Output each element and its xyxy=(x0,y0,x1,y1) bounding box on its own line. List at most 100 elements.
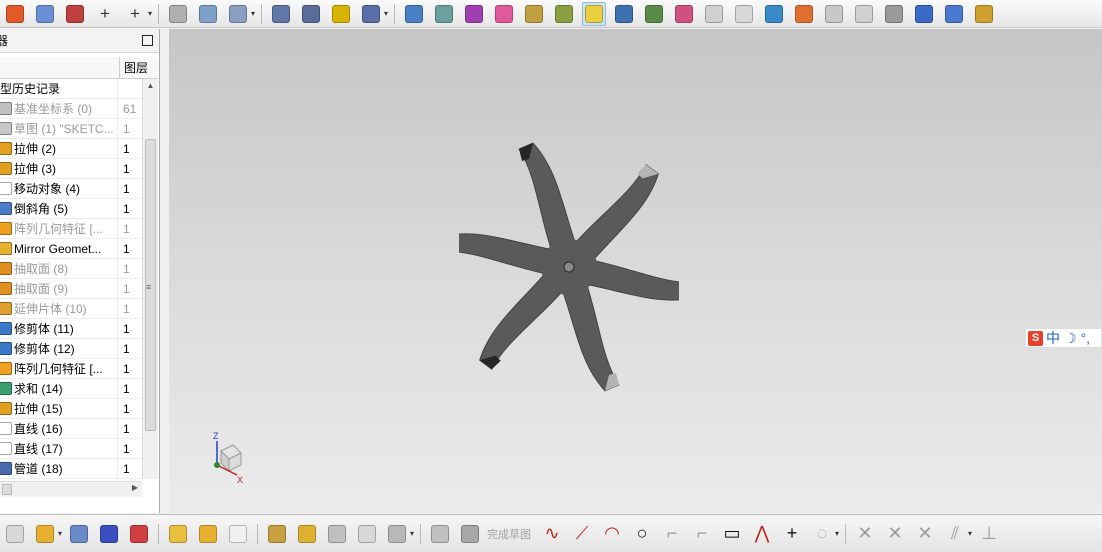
display-icon[interactable] xyxy=(702,2,726,26)
tree-row[interactable]: 拉伸 (3) 1 xyxy=(0,159,142,179)
tree-row[interactable]: 拉伸 (2) 1 xyxy=(0,139,142,159)
impeller-bore[interactable] xyxy=(563,261,575,273)
column-layer-header[interactable]: 图层 xyxy=(120,57,158,78)
tree-row[interactable]: 管道 (18) 1 xyxy=(0,459,142,479)
quick-trim-icon[interactable]: ✕ xyxy=(853,522,877,546)
paint-icon[interactable] xyxy=(462,2,486,26)
fillet-icon[interactable]: ⌐ xyxy=(660,522,684,546)
tree-row[interactable]: 修剪体 (12) 1 xyxy=(0,339,142,359)
add-component-icon[interactable] xyxy=(33,522,57,546)
point-icon[interactable]: + xyxy=(93,2,117,26)
tree-row[interactable]: 移动对象 (4) 1 xyxy=(0,179,142,199)
cylinder-icon[interactable] xyxy=(269,2,293,26)
tree-row[interactable]: 抽取面 (9) 1 xyxy=(0,279,142,299)
pattern-component-icon[interactable] xyxy=(196,522,220,546)
impeller-model[interactable] xyxy=(459,132,679,402)
clip-icon[interactable] xyxy=(295,522,319,546)
spheres-icon[interactable] xyxy=(492,2,516,26)
hidden-edges-icon[interactable] xyxy=(852,2,876,26)
sketch-icon[interactable] xyxy=(3,2,27,26)
chevron-down-icon[interactable]: ▾ xyxy=(251,9,255,18)
extrude-section-icon[interactable] xyxy=(33,2,57,26)
derived-lines-icon[interactable]: ⫽ xyxy=(943,522,967,546)
make-corner-icon[interactable]: ✕ xyxy=(913,522,937,546)
sequence-icon[interactable] xyxy=(265,522,289,546)
curve-icon[interactable] xyxy=(63,2,87,26)
finish-sketch-button[interactable]: 完成草图 xyxy=(487,526,531,542)
line-icon[interactable]: ⟋ xyxy=(570,522,594,546)
chevron-down-icon[interactable]: ▾ xyxy=(410,529,414,538)
constraint-icon[interactable] xyxy=(127,522,151,546)
chevron-down-icon[interactable]: ▾ xyxy=(835,529,839,538)
tree-row[interactable]: 直线 (16) 1 xyxy=(0,419,142,439)
render-icon[interactable] xyxy=(402,2,426,26)
surface-icon[interactable] xyxy=(196,2,220,26)
spotlight-icon[interactable] xyxy=(552,2,576,26)
wcs-icon[interactable] xyxy=(3,522,27,546)
circle-icon[interactable]: ○ xyxy=(630,522,654,546)
highlight-icon[interactable] xyxy=(582,1,607,26)
explode-icon[interactable] xyxy=(385,522,409,546)
tree-row[interactable]: Mirror Geomet... 1 xyxy=(0,239,142,259)
ime-punctuation[interactable]: °, xyxy=(1081,330,1091,346)
assembly-icon[interactable] xyxy=(166,522,190,546)
tree-row[interactable]: 倒斜角 (5) 1 xyxy=(0,199,142,219)
offset-sketch-icon[interactable]: ◌ xyxy=(810,522,834,546)
tree-icon[interactable] xyxy=(355,522,379,546)
scroll-right-icon[interactable]: ▶ xyxy=(132,483,138,492)
tree-row[interactable]: 基准坐标系 (0) 61 xyxy=(0,99,142,119)
tree-row[interactable]: 延伸片体 (10) 1 xyxy=(0,299,142,319)
view-icon[interactable] xyxy=(912,2,936,26)
wireframe-icon[interactable] xyxy=(822,2,846,26)
profile-icon[interactable]: ∿ xyxy=(540,522,564,546)
constraints-icon[interactable]: ⊥ xyxy=(977,522,1001,546)
graphics-window[interactable]: Z X xyxy=(169,29,1102,513)
palette-icon[interactable] xyxy=(672,2,696,26)
scene-icon[interactable] xyxy=(642,2,666,26)
spring-icon[interactable] xyxy=(299,2,323,26)
studio-spline-icon[interactable]: ⋀ xyxy=(750,522,774,546)
point-set-icon[interactable]: + xyxy=(123,2,147,26)
user-icon[interactable] xyxy=(612,2,636,26)
ime-logo-icon[interactable]: S xyxy=(1028,330,1043,346)
tree-row[interactable]: 求和 (14) 1 xyxy=(0,379,142,399)
view-settings-icon[interactable] xyxy=(972,2,996,26)
tree-row[interactable]: 直线 (17) 1 xyxy=(0,439,142,459)
chamfer-sketch-icon[interactable]: ⌐ xyxy=(690,522,714,546)
tree-row[interactable]: 拉伸 (15) 1 xyxy=(0,399,142,419)
snap-view-icon[interactable] xyxy=(942,2,966,26)
tree-row[interactable]: 型历史记录 xyxy=(0,79,142,99)
rectangle-icon[interactable]: ▭ xyxy=(720,522,744,546)
thread-icon[interactable] xyxy=(329,2,353,26)
vertical-scrollbar[interactable]: ▲ ≡ xyxy=(142,79,158,479)
chevron-down-icon[interactable]: ▾ xyxy=(148,9,152,18)
tree-row[interactable]: 草图 (1) "SKETC... 1 xyxy=(0,119,142,139)
scroll-up-icon[interactable]: ▲ xyxy=(143,79,158,93)
chevron-down-icon[interactable]: ▾ xyxy=(968,529,972,538)
finish-flag-icon[interactable] xyxy=(458,522,482,546)
image-icon[interactable] xyxy=(792,2,816,26)
material-icon[interactable] xyxy=(522,2,546,26)
bodies-icon[interactable] xyxy=(732,2,756,26)
mirror-icon[interactable] xyxy=(97,522,121,546)
move-component-icon[interactable] xyxy=(67,522,91,546)
replace-component-icon[interactable] xyxy=(226,522,250,546)
chevron-down-icon[interactable]: ▾ xyxy=(384,9,388,18)
trim-sheet-icon[interactable] xyxy=(226,2,250,26)
chevron-down-icon[interactable]: ▾ xyxy=(58,529,62,538)
maximize-icon[interactable] xyxy=(142,35,153,46)
arc-icon[interactable]: ◠ xyxy=(600,522,624,546)
tree-row[interactable]: 抽取面 (8) 1 xyxy=(0,259,142,279)
quick-extend-icon[interactable]: ✕ xyxy=(883,522,907,546)
tree-row[interactable]: 阵列几何特征 [... 1 xyxy=(0,219,142,239)
hscrollbar-thumb[interactable] xyxy=(2,484,12,495)
offset-curve-icon[interactable] xyxy=(166,2,190,26)
measure-icon[interactable] xyxy=(325,522,349,546)
sketch-point-icon[interactable]: + xyxy=(780,522,804,546)
edge-blend-icon[interactable] xyxy=(359,2,383,26)
shaded-cube-icon[interactable] xyxy=(762,2,786,26)
ime-width-icon[interactable]: ☽ xyxy=(1064,330,1077,347)
horizontal-scrollbar[interactable]: ▶ xyxy=(0,481,142,497)
tree-row[interactable]: 阵列几何特征 [... 1 xyxy=(0,359,142,379)
ime-mode[interactable]: 中 xyxy=(1046,328,1060,348)
